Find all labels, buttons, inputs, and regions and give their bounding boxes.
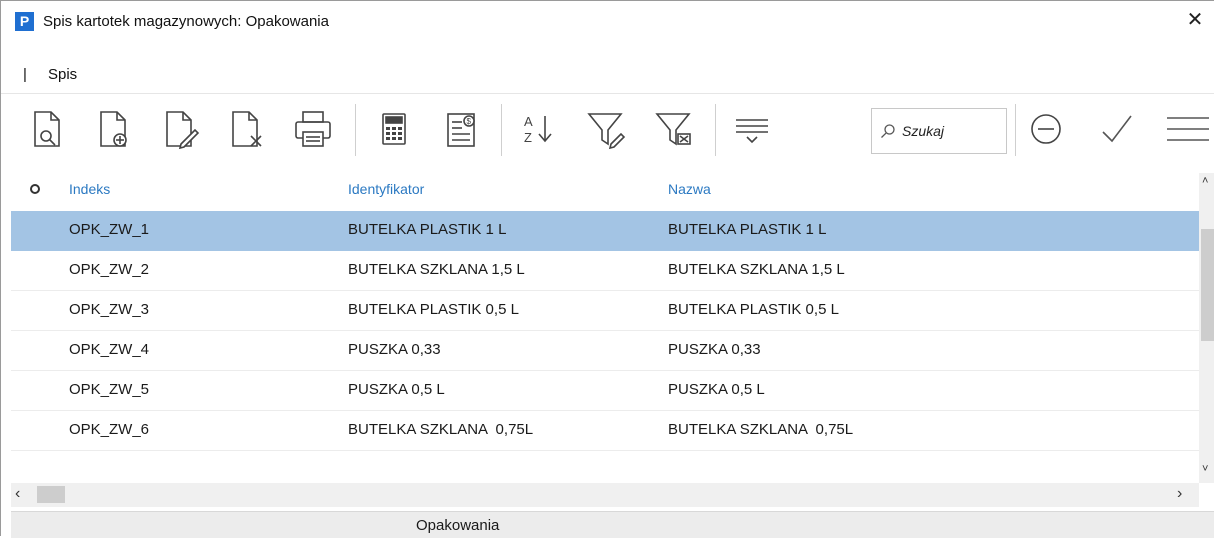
status-bar: Opakowania [11,511,1214,538]
cell-indeks: OPK_ZW_1 [69,221,150,238]
price-list-icon: $ [447,113,475,147]
search-box[interactable] [871,108,1007,154]
hamburger-menu-icon [1167,117,1209,141]
confirm-button[interactable] [1091,104,1141,154]
menu-item-spis[interactable]: Spis [48,66,77,83]
cancel-circle-icon [1031,114,1061,144]
vertical-scroll-thumb[interactable] [1201,229,1214,341]
cell-indeks: OPK_ZW_4 [69,341,150,358]
row-indicator-icon[interactable] [30,184,40,194]
cell-identyfikator: BUTELKA PLASTIK 1 L [348,221,507,238]
cell-indeks: OPK_ZW_2 [69,261,150,278]
filter-edit-icon [587,113,626,150]
window-title: Spis kartotek magazynowych: Opakowania [43,13,329,30]
price-list-button[interactable]: $ [436,104,486,154]
add-document-button[interactable] [89,104,139,154]
title-bar: P Spis kartotek magazynowych: Opakowania… [1,1,1214,35]
cell-indeks: OPK_ZW_6 [69,421,150,438]
scroll-right-icon[interactable]: › [1177,485,1182,503]
cell-nazwa: BUTELKA SZKLANA 1,5 L [668,261,845,278]
cell-nazwa: PUSZKA 0,5 L [668,381,765,398]
preview-document-button[interactable] [23,104,73,154]
toolbar-separator [715,104,716,156]
filter-clear-icon [655,113,691,146]
cell-indeks: OPK_ZW_3 [69,301,150,318]
cell-nazwa: BUTELKA PLASTIK 0,5 L [668,301,839,318]
table-row[interactable]: OPK_ZW_5 PUSZKA 0,5 L PUSZKA 0,5 L [11,371,1199,411]
filter-clear-button[interactable] [649,104,699,154]
vertical-scrollbar[interactable]: ˄ ˅ [1199,173,1214,483]
column-header-nazwa[interactable]: Nazwa [668,181,711,197]
print-button[interactable] [288,104,338,154]
app-logo-icon: P [15,12,34,31]
toolbar-separator [1015,104,1016,156]
table-row[interactable]: OPK_ZW_3 BUTELKA PLASTIK 0,5 L BUTELKA P… [11,291,1199,331]
close-button[interactable]: ✕ [1180,7,1210,33]
svg-text:Z: Z [524,130,532,145]
edit-document-icon [166,111,200,150]
cell-identyfikator: PUSZKA 0,5 L [348,381,445,398]
print-icon [295,111,331,147]
scroll-down-icon[interactable]: ˅ [1202,463,1208,475]
cell-identyfikator: BUTELKA SZKLANA 0,75L [348,421,534,438]
delete-document-button[interactable] [221,104,271,154]
cell-nazwa: BUTELKA PLASTIK 1 L [668,221,827,238]
hamburger-menu-button[interactable] [1161,104,1211,154]
delete-document-icon [232,111,262,147]
cancel-button[interactable] [1021,104,1071,154]
preview-document-icon [34,111,60,147]
status-text: Opakowania [416,517,500,534]
window: P Spis kartotek magazynowych: Opakowania… [0,0,1214,538]
sort-az-icon: A Z [524,114,552,145]
cell-identyfikator: BUTELKA PLASTIK 0,5 L [348,301,519,318]
data-grid: Indeks Identyfikator Nazwa OPK_ZW_1 BUTE… [11,173,1199,483]
horizontal-scrollbar[interactable]: ‹ › [11,483,1199,507]
svg-text:$: $ [467,117,472,126]
table-header: Indeks Identyfikator Nazwa [11,173,1199,209]
search-icon [881,124,895,138]
cell-nazwa: BUTELKA SZKLANA 0,75L [668,421,854,438]
search-input[interactable] [900,122,999,140]
calculator-icon [382,113,406,145]
menu-separator: | [23,66,27,83]
cell-nazwa: PUSZKA 0,33 [668,341,761,358]
add-document-icon [100,111,127,147]
toolbar-separator [501,104,502,156]
cell-identyfikator: PUSZKA 0,33 [348,341,441,358]
toolbar: $ A Z [1,93,1214,168]
filter-edit-button[interactable] [581,104,631,154]
column-header-indeks[interactable]: Indeks [69,181,110,197]
toolbar-separator [355,104,356,156]
list-options-button[interactable] [727,104,777,154]
table-row[interactable]: OPK_ZW_1 BUTELKA PLASTIK 1 L BUTELKA PLA… [11,211,1199,251]
confirm-check-icon [1102,115,1132,143]
cell-indeks: OPK_ZW_5 [69,381,150,398]
scroll-up-icon[interactable]: ˄ [1202,175,1208,187]
table-row[interactable]: OPK_ZW_2 BUTELKA SZKLANA 1,5 L BUTELKA S… [11,251,1199,291]
sort-button[interactable]: A Z [513,104,563,154]
edit-document-button[interactable] [155,104,205,154]
list-options-icon [736,119,768,144]
svg-text:A: A [524,114,533,129]
column-header-identyfikator[interactable]: Identyfikator [348,181,424,197]
table-row[interactable]: OPK_ZW_4 PUSZKA 0,33 PUSZKA 0,33 [11,331,1199,371]
cell-identyfikator: BUTELKA SZKLANA 1,5 L [348,261,525,278]
horizontal-scroll-thumb[interactable] [37,486,65,503]
table-row[interactable]: OPK_ZW_6 BUTELKA SZKLANA 0,75L BUTELKA S… [11,411,1199,451]
calculator-button[interactable] [369,104,419,154]
scroll-left-icon[interactable]: ‹ [15,485,20,503]
menu-bar: | Spis [1,63,1214,87]
